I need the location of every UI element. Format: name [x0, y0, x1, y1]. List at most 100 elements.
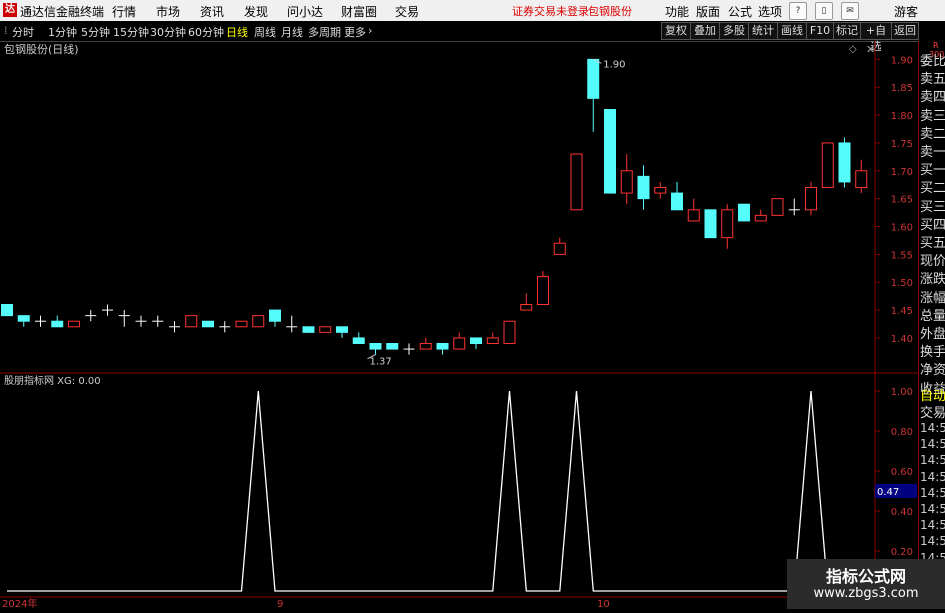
overlay-button[interactable]: 叠加 — [690, 22, 720, 40]
candle — [302, 326, 315, 333]
candle-body — [352, 337, 365, 344]
candle — [771, 198, 784, 216]
mobile-icon[interactable]: ▯ — [815, 2, 833, 20]
menu-jiaoyi[interactable]: 交易 — [395, 3, 419, 20]
app-logo-icon: 达 — [3, 3, 17, 17]
quote-label-11: 现价 — [920, 254, 945, 270]
price-tick-label: 1.75 — [891, 139, 913, 150]
candle — [185, 315, 198, 328]
multi-stock-button[interactable]: 多股 — [719, 22, 749, 40]
watermark: 指标公式网 www.zbgs3.com — [787, 559, 945, 609]
close-chart-icon[interactable]: ✕ — [866, 43, 875, 56]
period-day[interactable]: 日线 — [226, 24, 248, 40]
candle — [419, 337, 432, 350]
quote-label-2: 卖四 — [920, 90, 945, 106]
period-multi[interactable]: 多周期 — [308, 24, 341, 40]
trade-time-7: 14:56 — [920, 534, 945, 549]
price-tick-label: 1.40 — [891, 334, 913, 345]
candle-body — [821, 142, 834, 189]
candle-body — [805, 187, 817, 211]
f10-button[interactable]: F10 — [806, 22, 834, 40]
candle-body — [654, 187, 667, 194]
candle — [838, 137, 851, 188]
period-15min[interactable]: 15分钟 — [113, 24, 149, 40]
period-fenshi[interactable]: 分时 — [12, 24, 34, 40]
price-tick-label: 1.70 — [891, 167, 913, 178]
period-30min[interactable]: 30分钟 — [150, 24, 186, 40]
mark-button[interactable]: 标记 — [833, 22, 861, 40]
candle — [118, 310, 130, 327]
candle — [252, 315, 265, 328]
chart-area[interactable]: 1.90 1.85 1.80 1.75 1.70 1.65 1.60 1.55 1.50 1.45… — [0, 41, 918, 610]
title-bar: 达 通达信金融终端 行情 市场 资讯 发现 问小达 财富圈 交易 证券交易未登录… — [0, 0, 945, 22]
user-label[interactable]: 游客 — [894, 3, 918, 20]
candle-body — [252, 315, 265, 328]
candle-body — [453, 337, 466, 350]
candle-body — [185, 315, 198, 328]
period-toolbar: ⁞ 分时 1分钟 5分钟 15分钟 30分钟 60分钟 日线 周线 月线 多周期… — [0, 21, 945, 53]
diamond-icon[interactable]: ◇ — [849, 44, 857, 55]
quote-label-1: 卖五 — [920, 72, 945, 88]
candle-body — [17, 315, 30, 322]
mail-icon[interactable]: ✉ — [841, 2, 859, 20]
candle-body — [419, 343, 432, 350]
menu-wenxiaoda[interactable]: 问小达 — [287, 3, 323, 20]
period-more[interactable]: 更多 — [344, 24, 366, 40]
help-icon[interactable]: ? — [789, 2, 807, 20]
candle — [470, 337, 482, 350]
stats-button[interactable]: 统计 — [748, 22, 778, 40]
indicator-tick-label: 0.20 — [891, 547, 913, 558]
candle-body — [687, 209, 700, 222]
candle — [336, 326, 348, 338]
candle — [537, 271, 549, 305]
period-1min[interactable]: 1分钟 — [48, 24, 77, 40]
quote-panel: R 300 委比 卖五 卖四 卖三 卖二 卖一 买一 买二 买三 买四 买五 现价 涨跌 涨幅 总量 外盘 换手… — [918, 41, 945, 609]
candle-body — [620, 170, 633, 194]
period-month[interactable]: 月线 — [281, 24, 303, 40]
candle — [604, 109, 616, 194]
candle — [352, 332, 365, 344]
quote-label-7: 买二 — [920, 181, 945, 197]
candle — [1, 304, 13, 317]
menu-caifuquan[interactable]: 财富圈 — [341, 3, 377, 20]
axis-layer: 1.90 1.85 1.80 1.75 1.70 1.65 1.60 1.55 1.50 1.45… — [367, 55, 913, 558]
menu-shichang[interactable]: 市场 — [156, 3, 180, 20]
date-label-sep: 9 — [277, 599, 283, 609]
price-tick-label: 1.45 — [891, 306, 913, 317]
watermark-url: www.zbgs3.com — [813, 586, 919, 601]
indicator-tick-label: 1.00 — [891, 387, 913, 398]
candle — [704, 209, 717, 239]
candle — [553, 237, 566, 255]
fuquan-button[interactable]: 复权 — [661, 22, 691, 40]
menu-banmian[interactable]: 版面 — [696, 3, 720, 20]
period-60min[interactable]: 60分钟 — [188, 24, 224, 40]
menu-gongneng[interactable]: 功能 — [665, 3, 689, 20]
candle-body — [486, 337, 499, 344]
candle-body — [537, 276, 549, 305]
trade-time-3: 14:56 — [920, 469, 945, 484]
quote-label-14: 总量 — [920, 308, 945, 324]
draw-line-button[interactable]: 画线 — [777, 22, 807, 40]
quote-label-17: 净资 — [920, 363, 945, 379]
period-5min[interactable]: 5分钟 — [81, 24, 110, 40]
candle — [35, 315, 46, 327]
candle — [503, 320, 516, 345]
candle-body — [202, 320, 214, 328]
quote-label-9: 买四 — [920, 217, 945, 233]
value-marker-text: 0.47 — [877, 487, 899, 498]
candle-body — [855, 170, 868, 189]
quote-label-6: 买一 — [920, 163, 945, 179]
menu-gongshi[interactable]: 公式 — [728, 3, 752, 20]
period-week[interactable]: 周线 — [254, 24, 276, 40]
menu-faxian[interactable]: 发现 — [244, 3, 268, 20]
back-button[interactable]: 返回 — [891, 22, 919, 40]
candle-body — [51, 320, 64, 328]
add-watchlist-button[interactable]: +自选 — [860, 22, 892, 53]
menu-hangqing[interactable]: 行情 — [112, 3, 136, 20]
login-status[interactable]: 证券交易未登录 — [512, 3, 589, 19]
candle — [520, 293, 533, 311]
chart-canvas[interactable]: 1.90 1.85 1.80 1.75 1.70 1.65 1.60 1.55 1.50 1.45… — [0, 41, 918, 610]
menu-xuanxiang[interactable]: 选项 — [758, 3, 782, 20]
menu-zixun[interactable]: 资讯 — [200, 3, 224, 20]
candle — [436, 343, 449, 355]
